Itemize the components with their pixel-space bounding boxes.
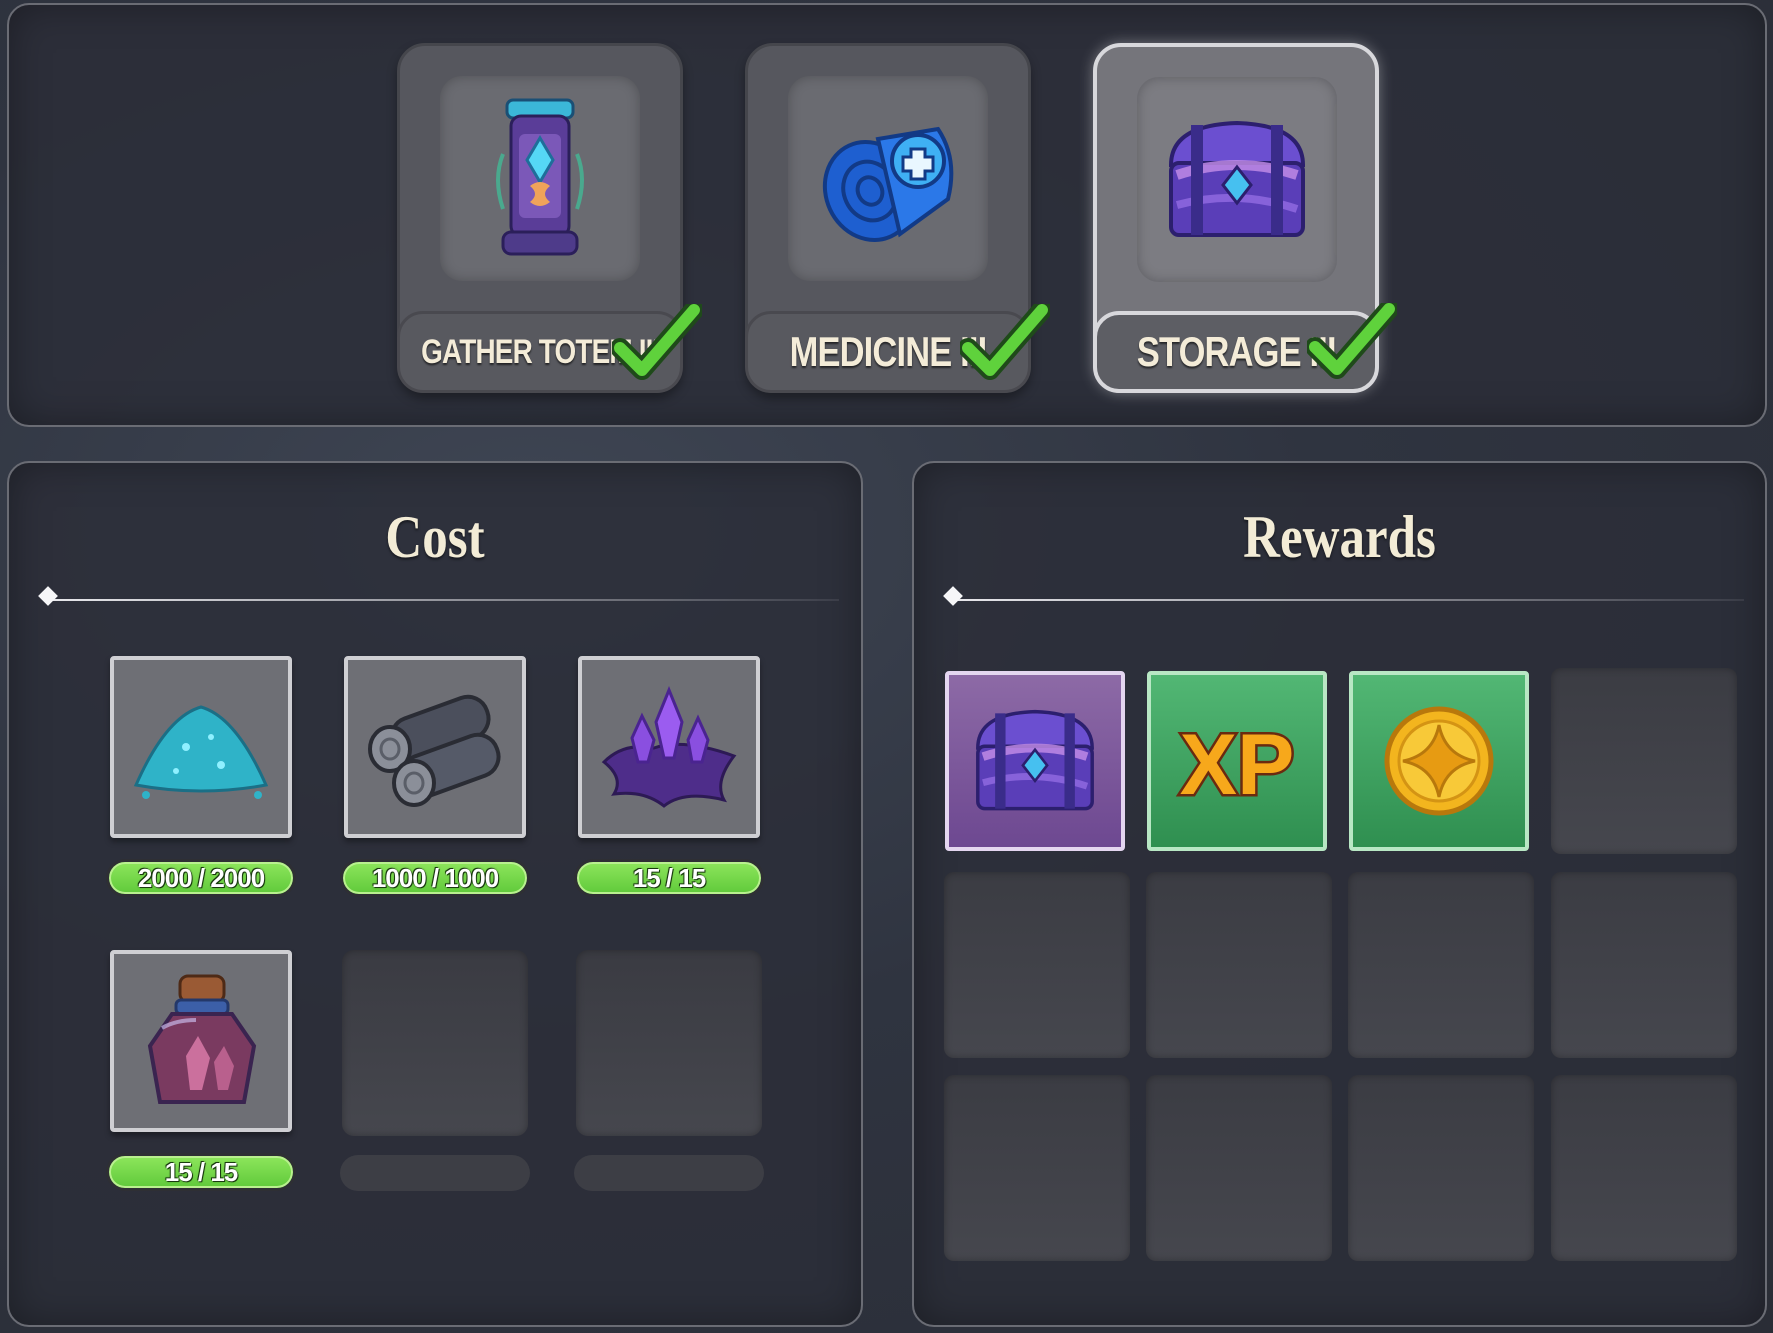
reward-slot-empty xyxy=(1551,872,1737,1058)
medicine-roll-icon xyxy=(822,126,954,242)
divider-star-icon xyxy=(943,586,963,606)
building-icon-slot xyxy=(440,76,640,281)
building-icon-slot xyxy=(788,76,988,281)
cost-item-slot[interactable] xyxy=(578,656,760,838)
building-name: MEDICINE III xyxy=(789,328,988,375)
cost-item-slot-empty xyxy=(342,950,528,1136)
reward-slot-empty xyxy=(944,1075,1130,1261)
dark-logs-icon xyxy=(368,694,501,807)
rewards-panel: Rewards XP xyxy=(912,461,1767,1327)
divider-line xyxy=(49,599,839,601)
building-card-storage[interactable]: STORAGE III xyxy=(1093,43,1397,393)
storage-chest-icon xyxy=(976,709,1094,811)
cost-title: Cost xyxy=(385,504,485,570)
xp-label: XP xyxy=(1180,717,1295,813)
reward-slot[interactable] xyxy=(945,671,1125,851)
cost-count-pill: 15 / 15 xyxy=(106,1153,296,1191)
cost-item-slot-empty xyxy=(576,950,762,1136)
blue-dust-icon xyxy=(133,705,269,799)
building-selector-panel: GATHER TOTEM III MEDICINE III STORAGE II… xyxy=(7,3,1767,427)
xp-icon: XP xyxy=(1177,715,1297,816)
checkmark-icon xyxy=(960,304,1050,380)
reward-slot-empty xyxy=(1551,1075,1737,1261)
reward-slot-empty xyxy=(944,872,1130,1058)
cost-panel: Cost 2000 / 2000 1000 / 1000 15 / 15 15 … xyxy=(7,461,863,1327)
gold-coin-icon xyxy=(1384,706,1494,816)
cost-item-slot[interactable] xyxy=(344,656,526,838)
building-card-medicine[interactable]: MEDICINE III xyxy=(745,43,1050,393)
totem-icon xyxy=(496,98,584,255)
building-name: STORAGE III xyxy=(1136,328,1337,375)
cost-count-pill: 1000 / 1000 xyxy=(340,859,530,897)
checkmark-icon xyxy=(612,304,702,380)
cost-item-slot[interactable] xyxy=(110,656,292,838)
crystal-potion-icon xyxy=(147,974,257,1104)
reward-slot-empty xyxy=(1348,872,1534,1058)
reward-slot[interactable]: XP xyxy=(1147,671,1327,851)
cost-item-slot[interactable] xyxy=(110,950,292,1132)
cost-count-pill: 2000 / 2000 xyxy=(106,859,296,897)
checkmark-icon xyxy=(1307,303,1397,379)
reward-slot-empty xyxy=(1348,1075,1534,1261)
building-card-gather-totem[interactable]: GATHER TOTEM III xyxy=(397,43,702,393)
reward-slot[interactable] xyxy=(1349,671,1529,851)
cost-count-pill-empty xyxy=(574,1155,764,1191)
divider-line xyxy=(954,599,1744,601)
cost-count-pill: 15 / 15 xyxy=(574,859,764,897)
divider-star-icon xyxy=(38,586,58,606)
purple-crystal-icon xyxy=(601,686,737,808)
reward-slot-empty xyxy=(1146,1075,1332,1261)
reward-slot-empty xyxy=(1146,872,1332,1058)
building-icon-slot xyxy=(1137,77,1337,282)
storage-chest-icon xyxy=(1168,120,1306,237)
rewards-title: Rewards xyxy=(1243,504,1436,570)
cost-count-pill-empty xyxy=(340,1155,530,1191)
reward-slot-empty xyxy=(1551,668,1737,854)
